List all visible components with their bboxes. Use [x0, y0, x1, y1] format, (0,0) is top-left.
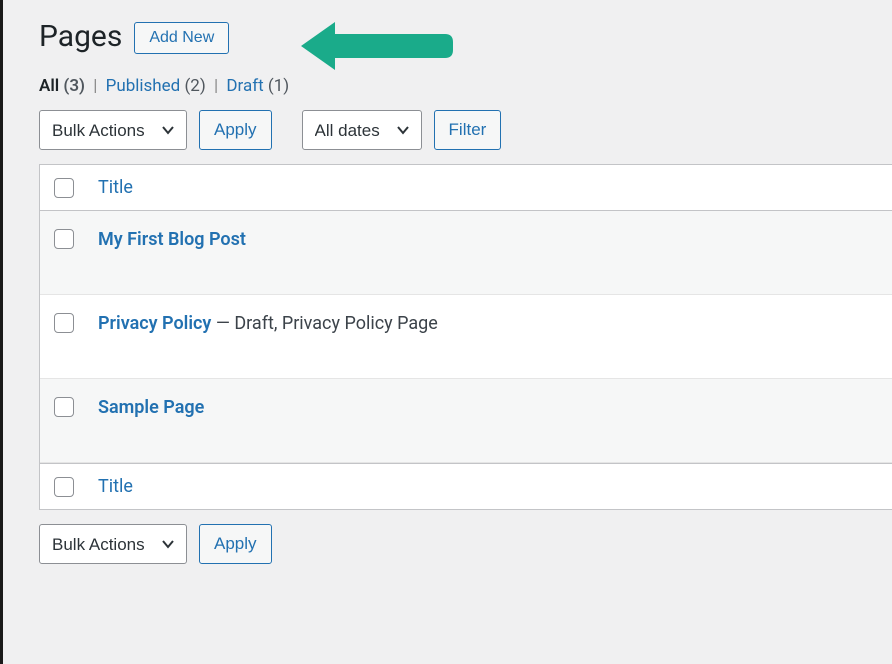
- bulk-actions-select-bottom[interactable]: Bulk Actions: [39, 524, 187, 564]
- annotation-arrow: [295, 16, 455, 76]
- apply-button-bottom[interactable]: Apply: [199, 524, 272, 564]
- page-link[interactable]: My First Blog Post: [98, 229, 246, 250]
- table-footer: Title: [40, 463, 892, 509]
- page-status-suffix: — Draft, Privacy Policy Page: [211, 313, 437, 334]
- table-row: My First Blog Post: [40, 211, 892, 295]
- table-row: Sample Page: [40, 379, 892, 463]
- filter-published-count: (2): [184, 76, 205, 96]
- filter-published-label: Published: [106, 76, 181, 96]
- status-filter-bar: All (3) | Published (2) | Draft (1): [39, 76, 892, 96]
- page-title: Pages: [39, 19, 122, 54]
- bulk-actions-select-top[interactable]: Bulk Actions: [39, 110, 187, 150]
- row-checkbox[interactable]: [54, 313, 74, 333]
- date-filter-select[interactable]: All dates: [302, 110, 422, 150]
- bottom-action-row: Bulk Actions Apply: [39, 524, 892, 564]
- column-title-header[interactable]: Title: [98, 177, 133, 198]
- top-action-row: Bulk Actions Apply All dates Filter: [39, 110, 892, 150]
- row-checkbox[interactable]: [54, 229, 74, 249]
- filter-all[interactable]: All (3): [39, 76, 85, 96]
- pages-table: Title My First Blog Post Privacy Policy …: [39, 164, 892, 510]
- filter-draft-count: (1): [268, 76, 289, 96]
- table-row: Privacy Policy — Draft, Privacy Policy P…: [40, 295, 892, 379]
- filter-published[interactable]: Published (2): [106, 76, 206, 96]
- row-checkbox[interactable]: [54, 397, 74, 417]
- filter-all-count: (3): [63, 76, 85, 96]
- page-link[interactable]: Sample Page: [98, 397, 204, 418]
- filter-all-label: All: [39, 76, 59, 96]
- select-all-checkbox-bottom[interactable]: [54, 477, 74, 497]
- column-title-footer[interactable]: Title: [98, 476, 133, 497]
- filter-draft-label: Draft: [226, 76, 263, 96]
- filter-draft[interactable]: Draft (1): [226, 76, 289, 96]
- filter-button[interactable]: Filter: [434, 110, 502, 150]
- apply-button-top[interactable]: Apply: [199, 110, 272, 150]
- select-all-checkbox-top[interactable]: [54, 178, 74, 198]
- table-header: Title: [40, 165, 892, 211]
- add-new-button[interactable]: Add New: [134, 22, 229, 54]
- page-link[interactable]: Privacy Policy: [98, 313, 211, 334]
